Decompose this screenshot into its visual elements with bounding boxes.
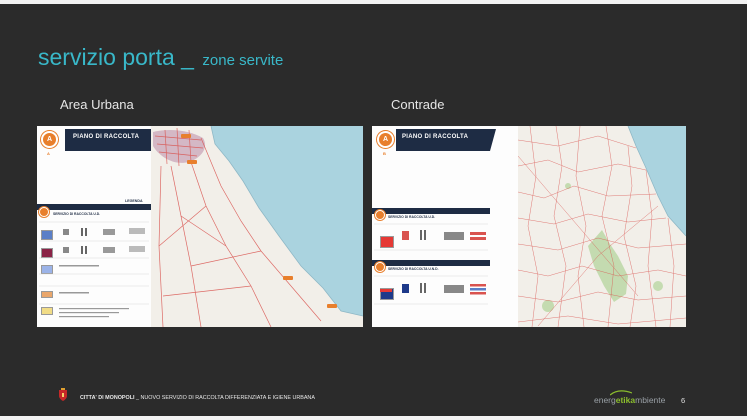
badge-subletter: B [383,151,386,156]
brand-logo: energetikambiente [594,395,665,405]
map-urban [151,126,363,327]
footer-description: _ NUOVO SERVIZIO DI RACCOLTA DIFFERENZIA… [134,395,315,401]
legend-column: PIANO DI RACCOLTA A B SERVIZIO DI RACCOL… [372,126,520,327]
badge-subletter: A [47,151,50,156]
legend-title: LEGENDA [125,199,143,203]
map-panel-contrade[interactable]: PIANO DI RACCOLTA A B SERVIZIO DI RACCOL… [372,126,686,327]
legend-divider-1 [372,208,490,214]
header-bar [65,129,157,151]
brand-part2: etika [615,395,636,405]
slide-title: servizio porta _ zone servite [38,44,283,71]
compass-badge-icon: A [377,131,394,148]
brand-part1: energ [594,395,616,405]
legend-column: PIANO DI RACCOLTA A A LEGENDA SERVIZIO D… [37,126,157,327]
page-number: 6 [681,396,686,405]
legend-divider [37,204,153,210]
legend-table-graphic [39,221,149,318]
header-bar [396,129,496,151]
header-title: PIANO DI RACCOLTA [402,134,469,140]
brand-part3: mbiente [635,395,666,405]
legend-table-graphic [374,223,488,305]
header-title: PIANO DI RACCOLTA [73,134,140,140]
compass-badge-icon: A [41,131,58,148]
map-panel-area-urbana[interactable]: PIANO DI RACCOLTA A A LEGENDA SERVIZIO D… [37,126,363,327]
footer-text: CITTA' DI MONOPOLI _ NUOVO SERVIZIO DI R… [80,395,315,401]
map-contrade [518,126,686,327]
bottom-strip [0,416,747,420]
footer-city: CITTA' DI MONOPOLI [80,395,135,401]
label-contrade: Contrade [391,97,445,112]
city-crest-icon [59,388,67,401]
slide-title-sub: zone servite [202,52,284,69]
slide-title-main: servizio porta _ [38,44,194,70]
label-area-urbana: Area Urbana [60,97,134,112]
